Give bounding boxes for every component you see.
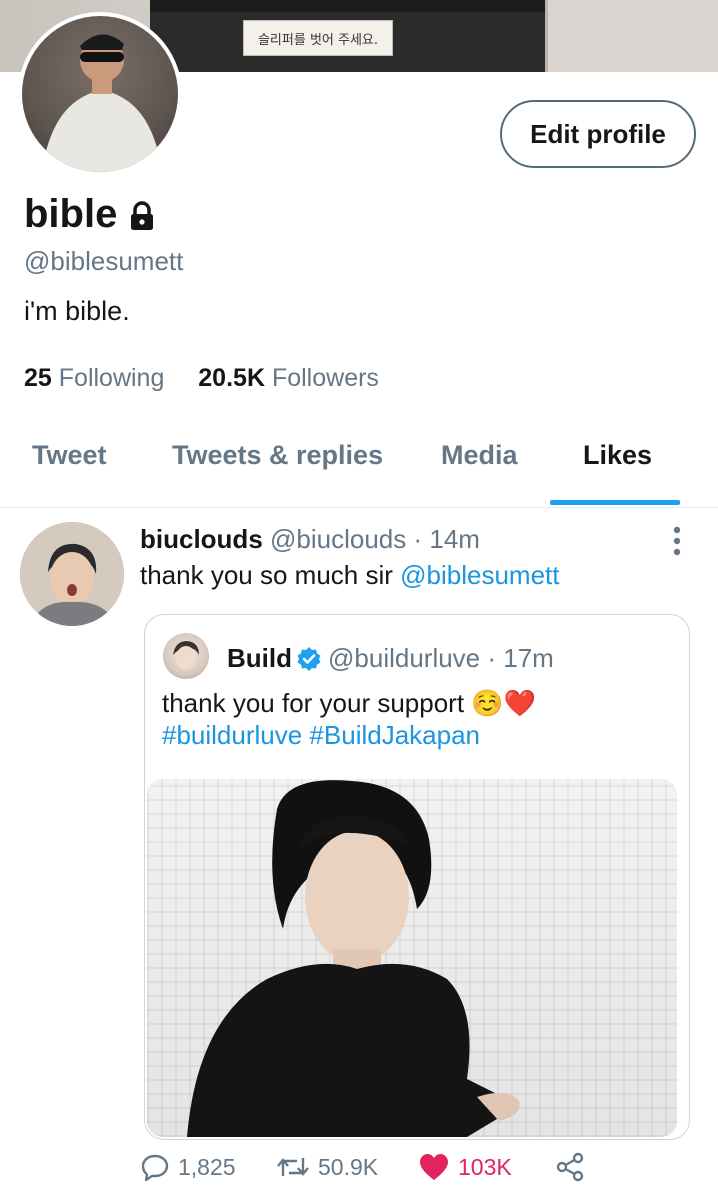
following-label: Following [58,364,165,392]
tweet-body: thank you so much sir [140,560,401,590]
quoted-author-avatar [163,633,209,679]
quoted-hashtags[interactable]: #buildurluve #BuildJakapan [162,719,682,751]
more-options-icon[interactable] [672,526,682,556]
profile-avatar-image [22,16,178,172]
tweet-actions: 1,825 50.9K 103K [140,1150,700,1194]
tweet-author-handle[interactable]: @biuclouds [270,524,406,554]
tab-tweets[interactable]: Tweet [32,440,107,471]
banner-wall [548,0,718,72]
profile-name: bible [24,192,118,236]
profile-tabs: Tweet Tweets & replies Media Likes [0,430,718,508]
tweet-author-name[interactable]: biuclouds [140,524,263,554]
followers-link[interactable]: 20.5K Followers [198,364,379,392]
following-count: 25 [24,364,52,392]
quoted-text-block: thank you for your support ☺️❤️ #buildur… [162,687,682,751]
profile-name-row: bible [24,192,159,237]
quoted-text: thank you for your support ☺️❤️ [162,688,537,718]
retweet-count: 50.9K [318,1153,379,1180]
quoted-tweet[interactable]: Build @buildurluve · 17m thank you for y… [144,614,690,1140]
tweet-mention-link[interactable]: @biblesumett [400,560,559,590]
heart-icon [420,1154,448,1180]
lock-icon [125,198,159,232]
profile-avatar[interactable] [18,12,182,176]
active-tab-indicator [550,500,680,505]
reply-action[interactable]: 1,825 [140,1152,236,1182]
tab-likes[interactable]: Likes [583,440,652,471]
tweet-header: biuclouds @biuclouds · 14m [140,524,480,555]
retweet-icon [277,1158,309,1176]
verified-badge-icon [296,646,322,672]
quoted-header: Build @buildurluve · 17m [227,643,554,674]
reply-icon [141,1154,169,1182]
quoted-author-name: Build [227,643,292,673]
tweet-author-avatar[interactable] [20,522,124,626]
tweet-text: thank you so much sir @biblesumett [140,560,559,591]
quoted-time: · 17m [487,643,554,673]
profile-handle: @biblesumett [24,246,184,276]
quoted-author-handle: @buildurluve [328,643,481,673]
share-icon [556,1152,584,1182]
followers-count: 20.5K [198,364,265,392]
tabs-divider [0,507,718,508]
tab-media[interactable]: Media [441,440,518,471]
banner-door-top [150,0,545,12]
banner-sign: 슬리퍼를 벗어 주세요. [243,20,393,56]
tab-tweets-replies[interactable]: Tweets & replies [172,440,383,471]
edit-profile-button[interactable]: Edit profile [500,100,696,168]
share-action[interactable] [554,1152,594,1182]
reply-count: 1,825 [178,1153,236,1180]
following-link[interactable]: 25 Following [24,364,164,392]
retweet-action[interactable]: 50.9K [276,1152,378,1182]
followers-label: Followers [271,364,379,392]
profile-stats: 25 Following 20.5K Followers [24,364,379,393]
like-action[interactable]: 103K [418,1152,512,1182]
profile-bio: i'm bible. [24,296,130,326]
tweet-time: · 14m [413,524,480,554]
like-count: 103K [458,1153,512,1180]
quoted-photo[interactable] [147,779,677,1137]
